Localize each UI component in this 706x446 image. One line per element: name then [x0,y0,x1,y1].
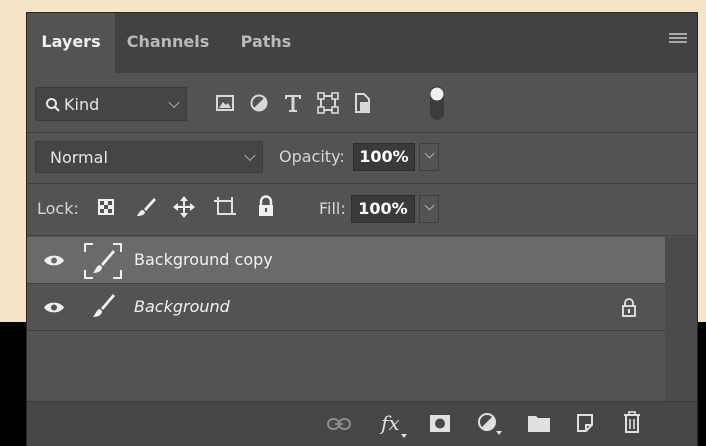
divider [27,330,665,331]
new-group-folder-icon[interactable] [527,413,551,433]
tab-paths[interactable]: Paths [221,13,311,71]
lock-transparent-pixels-icon[interactable] [97,198,115,216]
layers-scrollbar[interactable] [665,237,697,401]
eye-icon [44,255,64,266]
lock-position-icon[interactable] [173,196,195,218]
fill-label: Fill: [319,199,346,218]
lock-label: Lock: [37,199,79,218]
adjustment-layer-filter-icon[interactable] [249,93,269,113]
divider [27,132,697,133]
opacity-input[interactable]: 100% [353,143,415,171]
divider [27,183,697,184]
smart-object-filter-icon[interactable] [353,92,373,114]
lock-all-icon[interactable] [257,195,275,217]
divider [27,235,697,236]
svg-text:fx: fx [379,411,400,435]
panel-tab-bar: Layers Channels Paths [27,13,697,73]
fx-layer-style-icon[interactable]: fx [379,410,409,440]
layer-lock-icon[interactable] [621,297,637,317]
visibility-toggle[interactable] [27,237,81,283]
layer-thumbnail [84,243,122,279]
delete-layer-icon[interactable] [623,411,641,433]
pixel-layer-filter-icon[interactable] [215,93,235,113]
search-icon [46,98,60,112]
lock-image-pixels-icon[interactable] [135,196,157,218]
opacity-slider-toggle[interactable] [419,143,439,171]
filter-kind-label: Kind [64,95,100,114]
layer-row-background-copy[interactable]: Background copy [27,237,665,283]
layer-thumbnail [93,294,115,317]
blend-mode-dropdown[interactable]: Normal [35,141,263,173]
link-layers-icon[interactable] [327,417,351,431]
layers-panel-footer: fx [27,401,697,446]
tab-channels[interactable]: Channels [115,13,221,71]
panel-menu-icon[interactable] [669,33,687,47]
layer-name[interactable]: Background copy [134,250,273,269]
opacity-label: Opacity: [279,147,345,166]
blend-mode-value: Normal [50,148,108,167]
eye-icon [44,302,64,313]
visibility-toggle[interactable] [27,284,81,330]
tab-layers[interactable]: Layers [27,13,115,73]
fill-input[interactable]: 100% [351,195,415,223]
filter-kind-dropdown[interactable]: Kind [35,87,187,121]
filter-toggle-switch[interactable] [429,85,445,121]
layer-name[interactable]: Background [134,297,230,316]
type-layer-filter-icon[interactable] [283,92,303,114]
new-adjustment-layer-icon[interactable] [477,412,503,436]
shape-layer-filter-icon[interactable] [317,92,339,114]
add-mask-icon[interactable] [429,414,451,434]
lock-artboard-icon[interactable] [213,196,237,218]
new-layer-icon[interactable] [575,413,595,433]
fill-slider-toggle[interactable] [419,195,439,223]
layer-row-background[interactable]: Background [27,284,665,330]
layers-panel: Layers Channels Paths Kind Normal Opacit… [26,12,698,446]
